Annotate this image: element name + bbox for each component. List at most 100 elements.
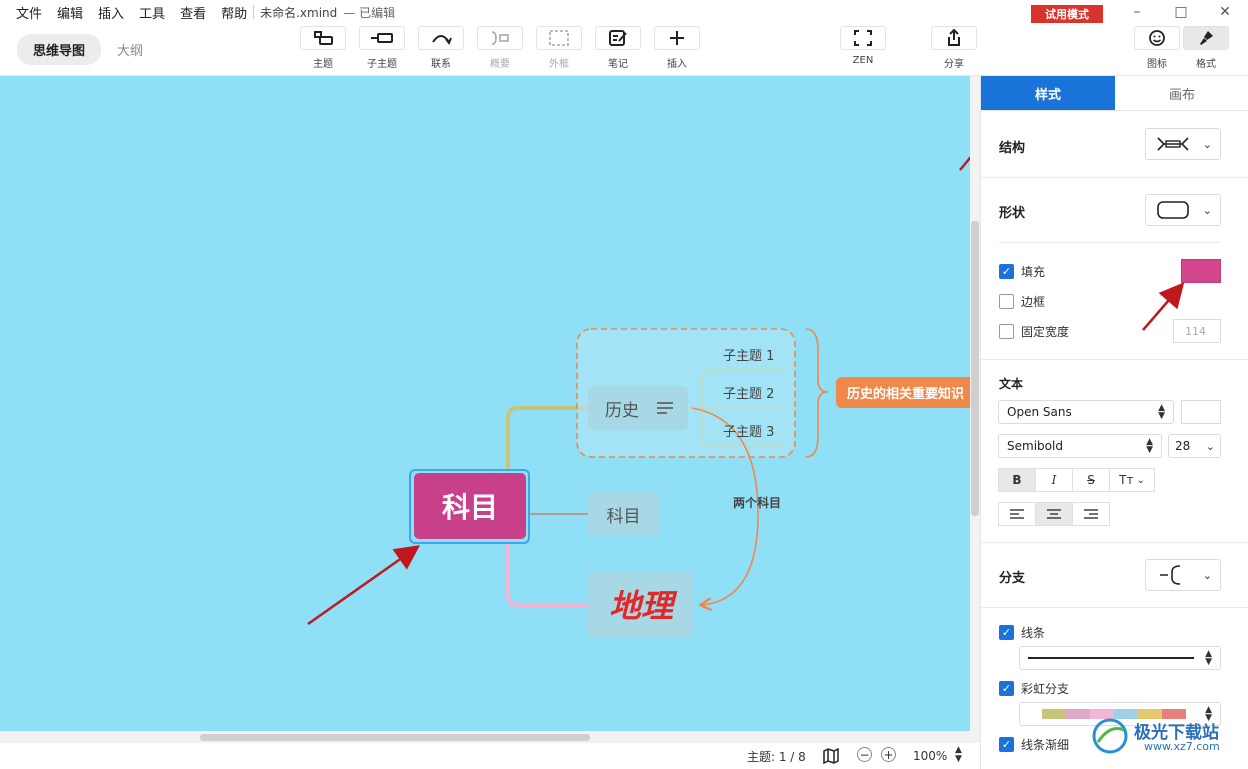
topic-geography-text: 地理 xyxy=(608,587,673,625)
summary-topic[interactable]: 历史的相关重要知识 xyxy=(836,377,970,408)
line-style-dropdown[interactable]: ▲ ▼ xyxy=(1019,646,1221,670)
font-size-value: 28 xyxy=(1175,439,1191,453)
structure-dropdown[interactable]: ⌄ xyxy=(1145,128,1221,160)
subtopic-button[interactable]: 子主题 xyxy=(358,24,406,74)
font-family-dropdown[interactable]: Open Sans ▲ ▼ xyxy=(998,400,1174,424)
annotation-arrow-central xyxy=(307,545,421,626)
mindmap-canvas[interactable]: 科目 历史 子主题 1 子主题 2 子主题 3 历史的相关重要知识 科目 两个科… xyxy=(0,76,970,731)
summary-button[interactable]: 概要 xyxy=(476,24,524,74)
mindmap-view-button[interactable]: 思维导图 xyxy=(17,33,102,65)
taper-checkbox[interactable]: ✓ xyxy=(999,737,1014,752)
text-case-label: Tт xyxy=(1119,473,1134,487)
divider xyxy=(999,242,1221,243)
strikethrough-button[interactable]: S xyxy=(1072,468,1110,492)
annotation-arrow-fill xyxy=(1142,282,1185,331)
menu-edit[interactable]: 编辑 xyxy=(57,3,83,22)
relationship-label[interactable]: 两个科目 xyxy=(733,494,781,511)
text-case-button[interactable]: Tт ⌄ xyxy=(1109,468,1155,492)
insert-button[interactable]: 插入 xyxy=(653,24,701,74)
topic-button[interactable]: 主题 xyxy=(299,24,347,74)
zoom-out-button[interactable]: − xyxy=(857,747,872,762)
line-row[interactable]: ✓ 线条 xyxy=(999,624,1045,641)
minimize-button[interactable]: – xyxy=(1122,3,1152,21)
menu-help[interactable]: 帮助 xyxy=(221,3,247,22)
notes-icon xyxy=(609,30,627,46)
zen-button[interactable]: ZEN xyxy=(839,24,887,74)
outline-view-button[interactable]: 大纲 xyxy=(101,34,159,65)
border-checkbox[interactable] xyxy=(999,294,1014,309)
fill-row[interactable]: ✓ 填充 xyxy=(999,263,1045,280)
summary-bracket xyxy=(805,328,829,458)
branch-line-history xyxy=(506,406,588,470)
topic-geography[interactable]: 地理 xyxy=(588,571,694,637)
fixed-width-row[interactable]: 固定宽度 xyxy=(999,323,1069,340)
view-toggle: 思维导图 大纲 xyxy=(17,33,159,65)
mindmap-svg xyxy=(307,155,970,626)
menu-file[interactable]: 文件 xyxy=(16,3,42,22)
relationship-button[interactable]: 联系 xyxy=(417,24,465,74)
bold-button[interactable]: B xyxy=(998,468,1036,492)
vertical-scrollbar[interactable] xyxy=(970,76,980,731)
text-style-buttons: B I S Tт ⌄ xyxy=(998,468,1155,492)
topic-history[interactable]: 历史 xyxy=(588,386,688,430)
align-right-button[interactable] xyxy=(1072,502,1110,526)
taper-row[interactable]: ✓ 线条渐细 xyxy=(999,736,1069,753)
boundary-button[interactable]: 外框 xyxy=(535,24,583,74)
chevron-down-icon: ⌄ xyxy=(1136,474,1145,486)
topic-icon xyxy=(314,31,333,45)
boundary-label: 外框 xyxy=(549,59,569,70)
align-center-button[interactable] xyxy=(1035,502,1073,526)
topic-history-text: 历史 xyxy=(605,400,639,421)
palette-swatch xyxy=(1042,709,1066,719)
maximize-button[interactable]: □ xyxy=(1166,3,1196,21)
central-topic[interactable]: 科目 xyxy=(414,473,526,539)
fill-checkbox[interactable]: ✓ xyxy=(999,264,1014,279)
text-color-swatch[interactable] xyxy=(1181,400,1221,424)
branch-dropdown[interactable]: ⌄ xyxy=(1145,559,1221,591)
topic-count: 主题: 1 / 8 xyxy=(747,749,806,764)
tab-style[interactable]: 样式 xyxy=(981,76,1115,111)
trial-mode-badge[interactable]: 试用模式 xyxy=(1031,5,1103,23)
subtopic-2[interactable]: 子主题 2 xyxy=(723,383,774,402)
zen-label: ZEN xyxy=(852,55,874,66)
fixed-width-checkbox[interactable] xyxy=(999,324,1014,339)
menu-tools[interactable]: 工具 xyxy=(139,3,165,22)
border-row[interactable]: 边框 xyxy=(999,293,1045,310)
tab-canvas[interactable]: 画布 xyxy=(1115,76,1248,111)
shape-dropdown[interactable]: ⌄ xyxy=(1145,194,1221,226)
subtopic-3[interactable]: 子主题 3 xyxy=(723,421,774,440)
font-weight-dropdown[interactable]: Semibold ▲ ▼ xyxy=(998,434,1162,458)
align-left-button[interactable] xyxy=(998,502,1036,526)
note-lines-icon[interactable] xyxy=(657,402,673,414)
rainbow-row[interactable]: ✓ 彩虹分支 xyxy=(999,680,1069,697)
notes-button[interactable]: 笔记 xyxy=(594,24,642,74)
zoom-spinner-icon[interactable]: ▲ ▼ xyxy=(955,746,962,764)
format-panel-button[interactable]: 格式 xyxy=(1182,24,1230,74)
insert-label: 插入 xyxy=(667,59,687,70)
icons-panel-button[interactable]: 图标 xyxy=(1133,24,1181,74)
map-icon[interactable] xyxy=(823,748,839,764)
zoom-level[interactable]: 100% xyxy=(913,749,947,763)
topic-subject[interactable]: 科目 xyxy=(588,492,659,536)
italic-button[interactable]: I xyxy=(1035,468,1073,492)
menu-insert[interactable]: 插入 xyxy=(98,3,124,22)
notes-label: 笔记 xyxy=(608,59,628,70)
alignment-buttons xyxy=(998,502,1110,526)
menu-divider xyxy=(253,5,255,19)
font-size-dropdown[interactable]: 28 ⌄ xyxy=(1168,434,1221,458)
zoom-in-button[interactable]: + xyxy=(881,747,896,762)
horizontal-scrollbar[interactable] xyxy=(0,731,980,743)
vertical-scroll-thumb[interactable] xyxy=(971,221,979,516)
topic-subject-text: 科目 xyxy=(606,506,641,527)
line-checkbox[interactable]: ✓ xyxy=(999,625,1014,640)
horizontal-scroll-thumb[interactable] xyxy=(200,734,590,741)
share-label: 分享 xyxy=(944,59,964,70)
menu-view[interactable]: 查看 xyxy=(180,3,206,22)
share-button[interactable]: 分享 xyxy=(930,24,978,74)
panel-tabs: 样式 画布 xyxy=(981,76,1248,111)
subtopic-1[interactable]: 子主题 1 xyxy=(723,345,774,364)
line-style-preview xyxy=(1028,657,1194,659)
align-center-icon xyxy=(1047,509,1061,519)
close-button[interactable]: ✕ xyxy=(1210,3,1240,21)
rainbow-checkbox[interactable]: ✓ xyxy=(999,681,1014,696)
